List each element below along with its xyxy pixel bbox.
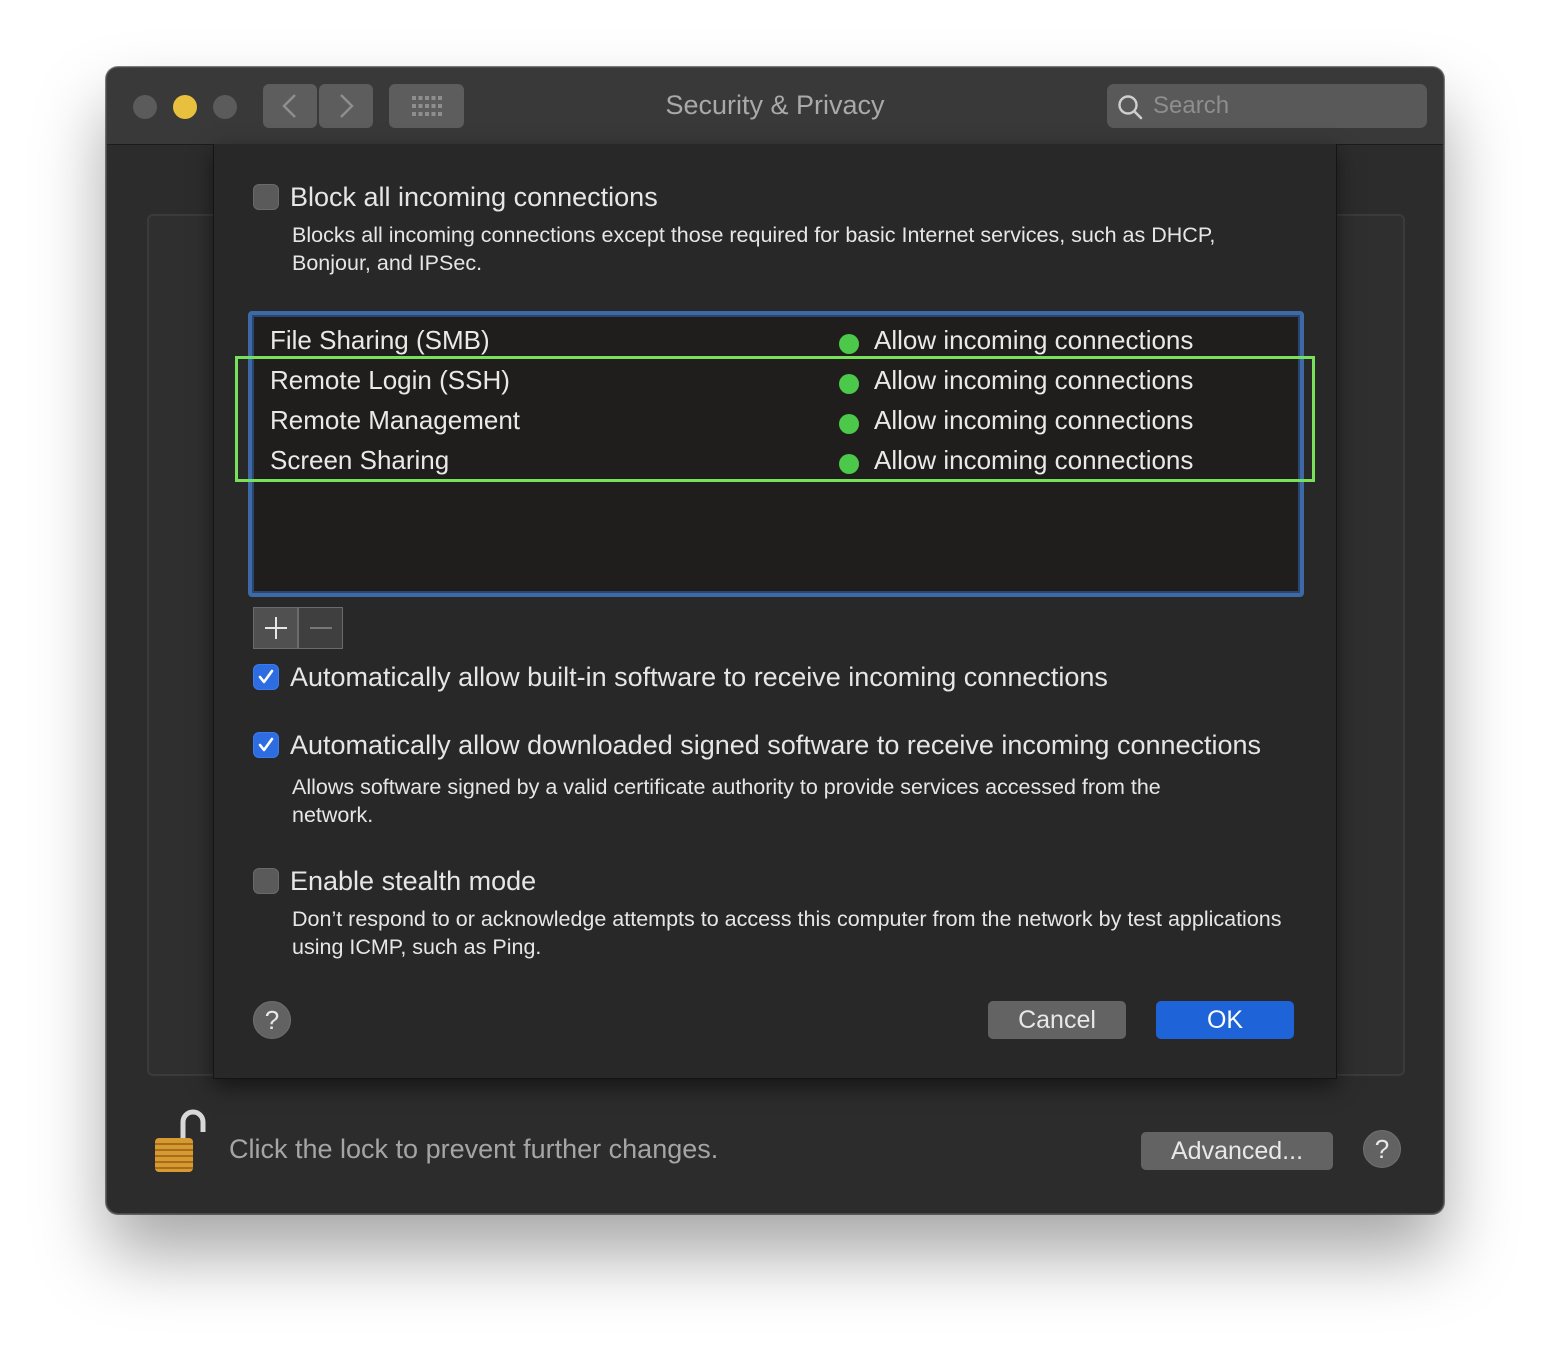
auto-builtin-label: Automatically allow built-in software to… (290, 662, 1108, 692)
stealth-mode-label: Enable stealth mode (290, 866, 537, 896)
block-all-label: Block all incoming connections (290, 182, 658, 212)
search-icon (1118, 95, 1143, 120)
status-dot-icon (839, 454, 859, 474)
checkmark-icon (258, 669, 274, 684)
auto-signed-checkbox[interactable] (253, 732, 279, 758)
list-item[interactable]: Remote Login (SSH) Allow incoming connec… (252, 361, 1300, 401)
firewall-options-sheet: Block all incoming connections Blocks al… (213, 144, 1337, 1079)
service-name: Screen Sharing (270, 445, 450, 475)
stealth-mode-checkbox[interactable] (253, 868, 279, 894)
service-status[interactable]: Allow incoming connections (874, 445, 1193, 476)
status-dot-icon (839, 334, 859, 354)
add-remove-control (253, 607, 343, 649)
titlebar: Security & Privacy Search (107, 68, 1443, 145)
checkmark-icon (258, 737, 274, 752)
auto-signed-description: Allows software signed by a valid certif… (292, 775, 1161, 827)
list-item[interactable]: Remote Management Allow incoming connect… (252, 401, 1300, 441)
service-status[interactable]: Allow incoming connections (874, 325, 1193, 356)
auto-builtin-checkbox[interactable] (253, 664, 279, 690)
service-name: Remote Login (SSH) (270, 365, 510, 395)
service-name: Remote Management (270, 405, 521, 435)
remove-button[interactable] (298, 607, 343, 649)
ok-button[interactable]: OK (1156, 1001, 1294, 1039)
auto-signed-label: Automatically allow downloaded signed so… (290, 730, 1262, 760)
search-field[interactable]: Search (1107, 84, 1427, 128)
status-dot-icon (839, 414, 859, 434)
advanced-button[interactable]: Advanced... (1141, 1132, 1333, 1170)
search-placeholder: Search (1153, 92, 1230, 119)
security-privacy-window: Security & Privacy Search Block all inco… (106, 67, 1444, 1214)
service-name: File Sharing (SMB) (270, 325, 490, 355)
help-button[interactable]: ? (253, 1001, 291, 1039)
service-status[interactable]: Allow incoming connections (874, 405, 1193, 436)
add-button[interactable] (253, 607, 298, 649)
block-all-checkbox[interactable] (253, 184, 279, 210)
cancel-button[interactable]: Cancel (988, 1001, 1126, 1039)
plus-icon (264, 617, 287, 639)
services-list[interactable]: File Sharing (SMB) Allow incoming connec… (248, 311, 1304, 597)
stealth-mode-description: Don’t respond to or acknowledge attempts… (292, 907, 1282, 959)
lock-status-text: Click the lock to prevent further change… (229, 1134, 719, 1164)
block-all-description: Blocks all incoming connections except t… (292, 223, 1216, 275)
list-item[interactable]: Screen Sharing Allow incoming connection… (252, 441, 1300, 481)
status-dot-icon (839, 374, 859, 394)
minus-icon (309, 627, 332, 629)
list-item[interactable]: File Sharing (SMB) Allow incoming connec… (252, 321, 1300, 361)
service-status[interactable]: Allow incoming connections (874, 365, 1193, 396)
lock-icon[interactable] (149, 1108, 211, 1176)
footer-help-button[interactable]: ? (1363, 1130, 1401, 1168)
